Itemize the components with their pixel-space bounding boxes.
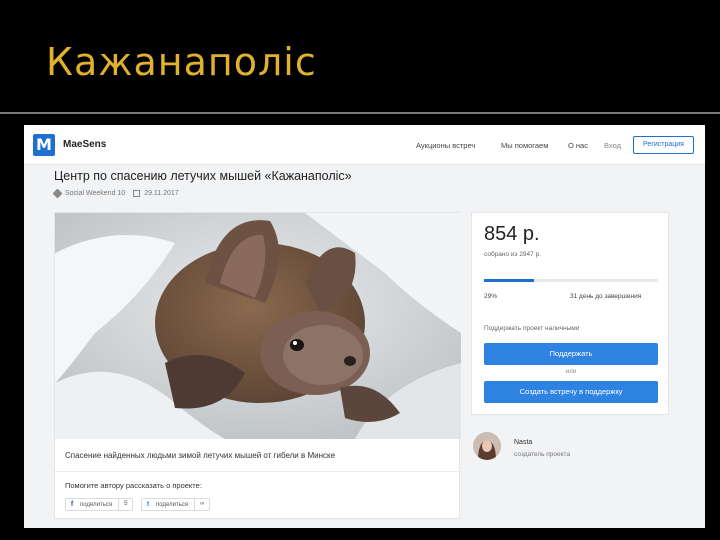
project-card: Спасение найденных людьми зимой летучих …	[54, 212, 461, 519]
page-title: Центр по спасению летучих мышей «Кажанап…	[54, 169, 352, 183]
support-cash-hint: Поддержать проект наличными	[484, 325, 580, 332]
funding-card: 854 р. собрано из 2947 р. 29% 31 день до…	[471, 212, 669, 415]
funding-progress-bar	[484, 279, 658, 282]
days-left: 31 день до завершения	[570, 293, 642, 300]
slide-title: Кажанаполіс	[46, 40, 317, 84]
twitter-icon: t	[146, 501, 150, 508]
share-prompt: Помогите автору рассказать о проекте:	[65, 481, 202, 490]
divider	[55, 471, 461, 472]
nav-login[interactable]: Вход	[604, 141, 621, 150]
share-label: поделиться	[156, 501, 189, 508]
author-block: Nasta создатель проекта	[473, 430, 669, 470]
site-logo-text[interactable]: MaeSens	[63, 139, 106, 150]
project-category[interactable]: Social Weekend 10	[65, 190, 125, 197]
register-button[interactable]: Регистрация	[633, 136, 694, 154]
tag-icon	[52, 188, 63, 199]
facebook-share-button[interactable]: f поделиться 5	[65, 498, 134, 511]
collected-of-goal: собрано из 2947 р.	[484, 251, 542, 258]
twitter-share-button[interactable]: t поделиться ∞	[141, 498, 211, 511]
calendar-icon	[133, 190, 141, 197]
author-name[interactable]: Nasta	[514, 439, 532, 446]
project-photo	[55, 213, 461, 439]
funding-progress-fill	[484, 279, 535, 282]
site-logo-icon[interactable]: M	[33, 134, 55, 156]
website-screenshot: M MaeSens Аукционы встреч Мы помогаем О …	[24, 125, 705, 528]
nav-auctions[interactable]: Аукционы встреч	[416, 141, 475, 150]
amount-raised: 854 р.	[484, 223, 540, 245]
project-date: 29.11.2017	[144, 190, 179, 197]
site-header: M MaeSens Аукционы встреч Мы помогаем О …	[24, 125, 705, 165]
share-count: ∞	[194, 499, 209, 510]
bat-in-towel-image	[55, 213, 461, 439]
funding-percent: 29%	[484, 293, 498, 300]
support-button[interactable]: Поддержать	[484, 343, 658, 365]
project-caption: Спасение найденных людьми зимой летучих …	[65, 451, 336, 460]
or-separator: или	[565, 369, 577, 375]
avatar[interactable]	[473, 432, 501, 460]
nav-we-helped[interactable]: Мы помогаем	[501, 141, 548, 150]
project-meta: Social Weekend 10 29.11.2017	[52, 188, 179, 199]
nav-about[interactable]: О нас	[568, 141, 588, 150]
share-label: поделиться	[80, 501, 113, 508]
author-role: создатель проекта	[514, 451, 571, 458]
create-meeting-button[interactable]: Создать встречу в поддержку	[484, 381, 658, 403]
facebook-icon: f	[70, 501, 74, 508]
share-count: 5	[118, 499, 132, 510]
slide-divider	[0, 112, 720, 114]
